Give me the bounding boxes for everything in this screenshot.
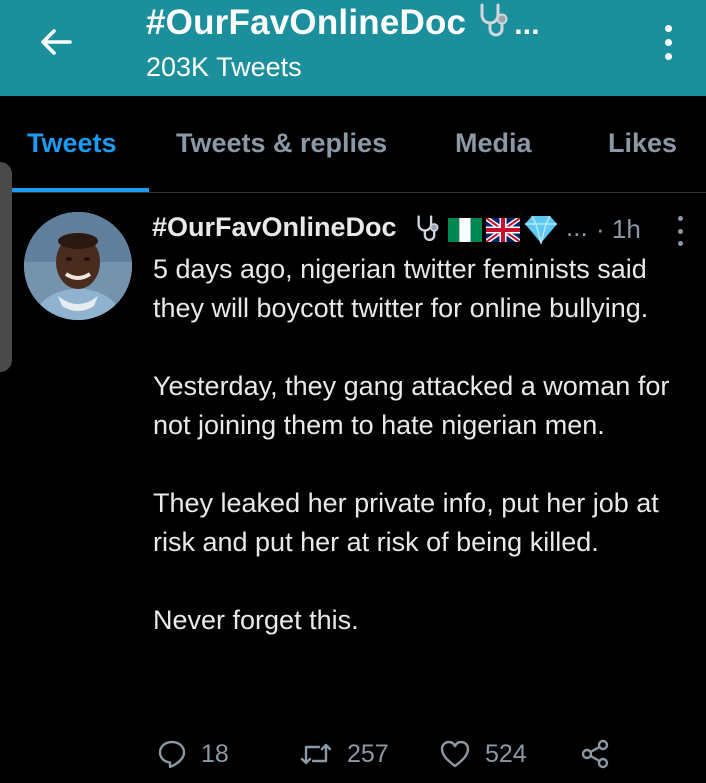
tweet-timestamp[interactable]: · 1h [596,214,641,245]
tab-media[interactable]: Media [455,128,532,159]
more-options-button[interactable] [648,20,688,64]
heart-icon [440,740,470,768]
title-overflow-ellipsis: ... [514,8,540,41]
tab-tweets[interactable]: Tweets [27,128,117,159]
tweet-paragraph: Never forget this. [153,605,359,635]
uk-flag-icon [484,215,522,247]
more-dot [664,52,672,60]
share-icon [581,739,609,769]
profile-header: #OurFavOnlineDoc ... 203K Tweets [0,0,706,96]
tweet-paragraph: Yesterday, they gang attacked a woman fo… [153,371,670,440]
author-overflow-ellipsis: ... [566,212,588,242]
avatar[interactable] [24,212,132,320]
tweet-count: 203K Tweets [146,52,302,82]
like-button[interactable]: 524 [439,734,527,774]
reply-icon [158,740,186,769]
tweet-actions: 18 257 524 [153,734,673,774]
page-title: #OurFavOnlineDoc ... [146,2,540,49]
tweet-more-button[interactable] [674,216,686,246]
share-button[interactable] [579,734,611,774]
tweet-paragraph: They leaked her private info, put her jo… [153,488,659,557]
tweet-header: #OurFavOnlineDoc ... · 1h [152,210,692,250]
profile-tabs: Tweets Tweets & replies Media Likes [0,96,706,193]
more-dot [677,228,683,234]
stethoscope-icon [414,214,442,249]
tweet-body: 5 days ago, nigerian twitter feminists s… [153,250,693,640]
tweet-paragraph: 5 days ago, nigerian twitter feminists s… [153,254,649,323]
more-dot [664,38,672,46]
reply-count: 18 [201,739,229,768]
active-tab-indicator [0,188,149,192]
retweet-button[interactable]: 257 [299,734,389,774]
more-dot [677,241,683,246]
back-button[interactable] [30,16,82,68]
like-count: 524 [485,739,527,768]
more-vertical-icon [677,216,683,221]
edge-panel-handle[interactable] [0,162,12,372]
retweet-count: 257 [347,739,389,768]
title-text: #OurFavOnlineDoc [146,3,467,42]
tab-tweets-and-replies[interactable]: Tweets & replies [176,128,387,159]
tab-likes[interactable]: Likes [608,128,677,159]
nigeria-flag-icon [448,218,482,247]
more-vertical-icon [664,24,672,32]
retweet-icon [300,743,332,765]
stethoscope-icon [476,2,512,49]
reply-button[interactable]: 18 [157,734,229,774]
avatar-image [24,212,132,320]
back-arrow-icon [41,29,72,55]
gem-icon [524,214,558,249]
author-name[interactable]: #OurFavOnlineDoc [152,212,397,243]
